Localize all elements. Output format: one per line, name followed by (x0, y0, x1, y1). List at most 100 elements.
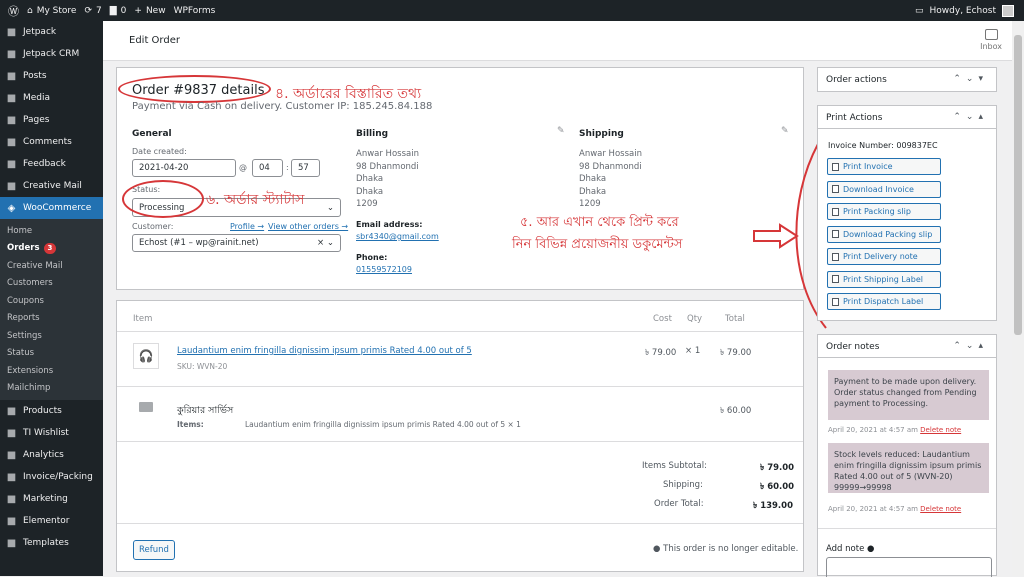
submenu-item-mailchimp[interactable]: Mailchimp (0, 380, 103, 398)
chart-icon: ■ (6, 449, 17, 461)
submenu-item-label: Extensions (7, 365, 54, 376)
page-scrollbar[interactable] (1012, 21, 1024, 576)
profile-link[interactable]: Profile → (230, 222, 264, 231)
sidebar-item-jetpack[interactable]: ■ Jetpack (0, 21, 103, 43)
sidebar-item-invoice-packing[interactable]: ■ Invoice/Packing (0, 466, 103, 488)
shipping-heading: Shipping (579, 129, 624, 139)
shipping-address-line: 98 Dhanmondi (579, 161, 642, 172)
hour-input[interactable]: 04 (252, 159, 283, 177)
wpforms-link[interactable]: WPForms (174, 6, 216, 16)
updates-link[interactable]: ⟳ 7 (84, 6, 101, 16)
order-total-label: Order Total: (654, 499, 704, 509)
invoice-icon: ■ (6, 471, 17, 483)
sidebar-item-templates[interactable]: ■ Templates (0, 532, 103, 554)
sidebar-item-feedback[interactable]: ■ Feedback (0, 153, 103, 175)
sidebar-item-media[interactable]: ■ Media (0, 87, 103, 109)
submenu-item-coupons[interactable]: Coupons (0, 292, 103, 310)
billing-address: Anwar Hossain 98 Dhanmondi Dhaka Dhaka 1209 (356, 148, 419, 211)
date-label: Date created: (132, 147, 187, 156)
woocommerce-submenu: Home Orders 3 Creative Mail Customers Coupons… (0, 219, 103, 400)
view-other-orders-link[interactable]: View other orders → (268, 222, 348, 231)
sidebar-item-ti-wishlist[interactable]: ■ TI Wishlist (0, 422, 103, 444)
submenu-item-status[interactable]: Status (0, 345, 103, 363)
sidebar-item-jetpack-crm[interactable]: ■ Jetpack CRM (0, 43, 103, 65)
sidebar-item-label: Templates (23, 538, 69, 548)
print-delivery-note-button[interactable]: Print Delivery note (827, 248, 941, 265)
panel-controls[interactable]: ⌃⌄▾ (953, 74, 988, 84)
print-shipping-label-button[interactable]: Print Shipping Label (827, 270, 941, 288)
sidebar-item-products[interactable]: ■ Products (0, 400, 103, 422)
avatar[interactable] (1002, 4, 1014, 17)
jetpack-icon: ■ (6, 26, 17, 38)
edit-billing-icon[interactable]: ✎ (557, 126, 565, 136)
note-meta: April 20, 2021 at 4:57 am Delete note (828, 505, 962, 513)
sidebar-item-elementor[interactable]: ■ Elementor (0, 510, 103, 532)
annotation-print-line1: ৫. আর এখান থেকে প্রিন্ট করে (520, 215, 679, 230)
wp-logo-icon[interactable]: Ⓦ (8, 3, 19, 19)
clear-chevron-icon: × ⌄ (317, 238, 334, 248)
submenu-item-creative-mail[interactable]: Creative Mail (0, 257, 103, 275)
items-subtotal-label: Items Subtotal: (642, 461, 707, 471)
billing-address-line: 98 Dhanmondi (356, 161, 419, 172)
panel-controls[interactable]: ⌃⌄▴ (953, 112, 988, 122)
submenu-item-settings[interactable]: Settings (0, 327, 103, 345)
customer-label: Customer: (132, 222, 174, 231)
refund-button[interactable]: Refund (133, 540, 175, 560)
sidebar-item-comments[interactable]: ■ Comments (0, 131, 103, 153)
woocommerce-icon: ◈ (7, 202, 16, 214)
sidebar-item-creative-mail[interactable]: ■ Creative Mail (0, 175, 103, 197)
delete-note-link[interactable]: Delete note (920, 505, 961, 513)
sidebar-item-posts[interactable]: ■ Posts (0, 65, 103, 87)
product-link[interactable]: Laudantium enim fringilla dignissim ipsu… (177, 346, 472, 356)
crm-icon: ■ (6, 48, 17, 60)
date-input[interactable]: 2021-04-20 (132, 159, 236, 177)
submenu-item-extensions[interactable]: Extensions (0, 362, 103, 380)
pin-icon: ■ (6, 70, 17, 82)
download-icon (832, 185, 839, 193)
screen-icon[interactable]: ▭ (915, 6, 924, 16)
add-note-textarea[interactable] (826, 557, 992, 577)
folder-icon: ■ (6, 537, 17, 549)
howdy-link[interactable]: Howdy, Echost (930, 6, 996, 16)
annotation-order-status: ৬. অর্ডার স্ট্যাটাস (206, 192, 305, 208)
delete-note-link[interactable]: Delete note (920, 426, 961, 434)
print-invoice-button[interactable]: Print Invoice (827, 158, 941, 175)
order-notes-panel: Order notes ⌃⌄▴ Payment to be made upon … (817, 334, 997, 577)
email-link[interactable]: sbr4340@gmail.com (356, 232, 439, 241)
page-header: Edit Order Inbox (103, 21, 1024, 61)
sidebar-item-pages[interactable]: ■ Pages (0, 109, 103, 131)
general-heading: General (132, 129, 172, 139)
print-dispatch-label-button[interactable]: Print Dispatch Label (827, 293, 941, 310)
download-invoice-button[interactable]: Download Invoice (827, 180, 941, 198)
panel-controls[interactable]: ⌃⌄▴ (953, 341, 988, 351)
sidebar-item-woocommerce[interactable]: ◈ WooCommerce (0, 197, 103, 219)
sidebar-item-label: Posts (23, 71, 47, 81)
submenu-item-orders[interactable]: Orders 3 (0, 240, 103, 258)
minute-input[interactable]: 57 (291, 159, 320, 177)
comments-link[interactable]: ▇ 0 (110, 6, 127, 16)
submenu-item-home[interactable]: Home (0, 222, 103, 240)
edit-shipping-icon[interactable]: ✎ (781, 126, 789, 136)
order-note: Payment to be made upon delivery. Order … (828, 370, 989, 420)
sidebar-item-analytics[interactable]: ■ Analytics (0, 444, 103, 466)
inbox-button[interactable]: Inbox (980, 29, 1002, 51)
site-name-link[interactable]: ⌂ My Store (27, 6, 76, 16)
help-icon: ● (867, 544, 875, 554)
order-total-value: ৳ 139.00 (753, 501, 793, 511)
customer-select[interactable]: Echost (#1 – wp@rainit.net) × ⌄ (132, 234, 341, 252)
print-packing-slip-button[interactable]: Print Packing slip (827, 203, 941, 220)
billing-address-line: Dhaka (356, 186, 384, 197)
new-content-link[interactable]: + New (134, 6, 165, 16)
sidebar-item-marketing[interactable]: ■ Marketing (0, 488, 103, 510)
submenu-item-customers[interactable]: Customers (0, 275, 103, 293)
heart-icon: ■ (6, 427, 17, 439)
phone-link[interactable]: 01559572109 (356, 265, 412, 274)
submenu-item-reports[interactable]: Reports (0, 310, 103, 328)
home-icon: ⌂ (27, 5, 33, 16)
shipping-address-line: Dhaka (579, 174, 607, 184)
truck-icon (139, 402, 153, 412)
download-packing-slip-button[interactable]: Download Packing slip (827, 225, 941, 243)
box-icon: ■ (6, 405, 17, 417)
cm-icon: ■ (6, 180, 17, 192)
submenu-item-label: Mailchimp (7, 383, 51, 394)
